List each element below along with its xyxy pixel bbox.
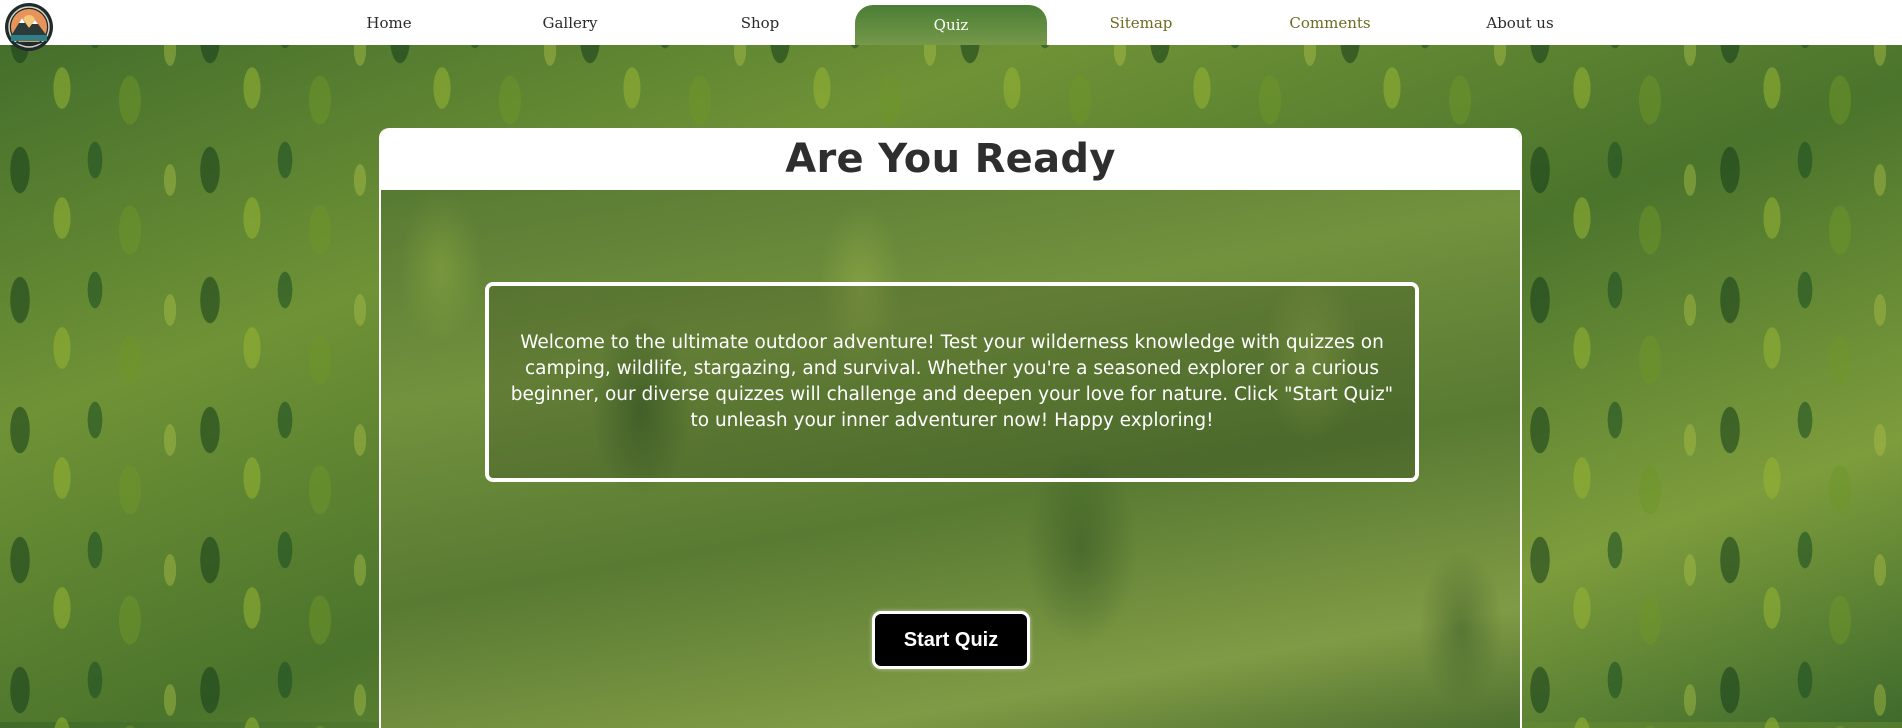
nav-item-comments[interactable]: Comments [1275,0,1385,45]
page-title: Are You Ready [785,136,1116,182]
welcome-message-box: Welcome to the ultimate outdoor adventur… [485,282,1419,482]
card-header: Are You Ready [381,128,1520,190]
top-navigation-bar: Home Gallery Shop Quiz Sitemap Comments … [0,0,1902,45]
nav-item-gallery[interactable]: Gallery [520,0,620,45]
nav-item-sitemap[interactable]: Sitemap [1091,0,1191,45]
nav-item-about-us[interactable]: About us [1470,0,1570,45]
start-quiz-button[interactable]: Start Quiz [872,611,1030,669]
welcome-text: Welcome to the ultimate outdoor adventur… [510,332,1394,431]
quiz-intro-card: Are You Ready Welcome to the ultimate ou… [379,128,1522,728]
nav-item-shop[interactable]: Shop [710,0,810,45]
nav-item-home[interactable]: Home [339,0,439,45]
mountain-logo-icon[interactable] [4,2,54,52]
nav-item-quiz[interactable]: Quiz [855,5,1047,45]
